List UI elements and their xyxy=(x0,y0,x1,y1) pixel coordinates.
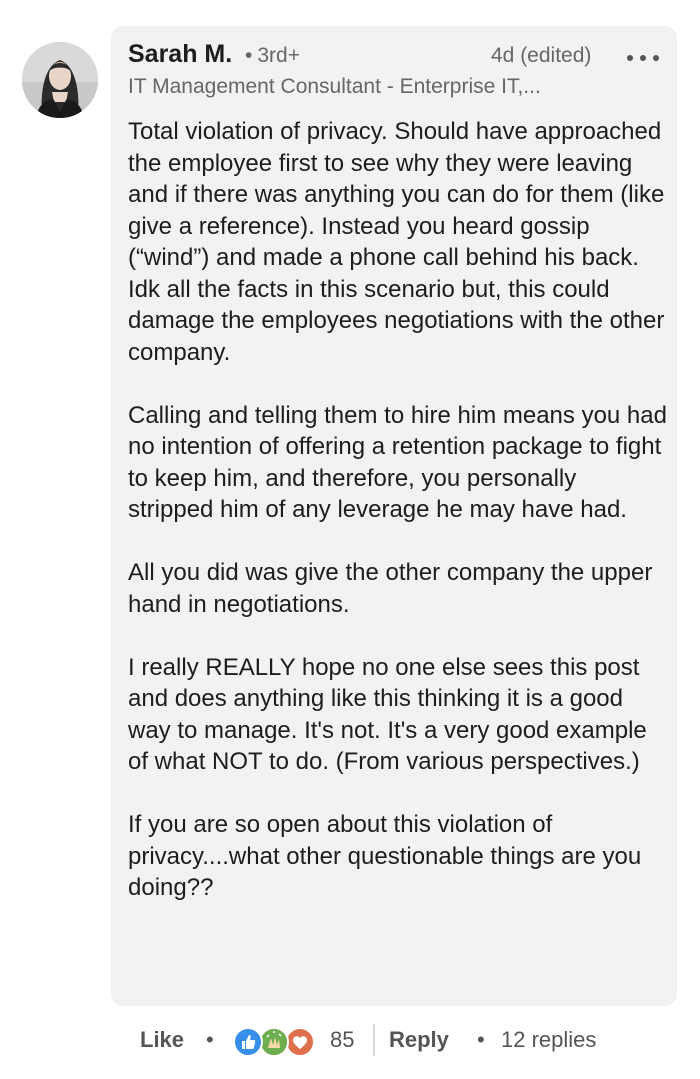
action-separator: • xyxy=(206,1027,214,1052)
comment-paragraph: I really REALLY hope no one else sees th… xyxy=(128,653,647,776)
comment-paragraph: Calling and telling them to hire him mea… xyxy=(128,401,667,524)
connection-degree-label: 3rd+ xyxy=(257,44,300,67)
reply-button[interactable]: Reply xyxy=(389,1027,449,1053)
love-icon xyxy=(285,1027,315,1057)
comment-bubble: Sarah M. • 3rd+ 4d (edited) IT Management… xyxy=(111,26,677,1006)
more-options-icon xyxy=(627,55,633,61)
comment-timestamp: 4d (edited) xyxy=(491,44,592,67)
comment-text: Total violation of privacy. Should have … xyxy=(128,116,668,904)
view-replies-link[interactable]: 12 replies xyxy=(501,1027,596,1053)
like-button[interactable]: Like xyxy=(140,1027,184,1053)
comment-actions: Like • 85 Reply • 12 replies xyxy=(140,1022,660,1060)
author-name[interactable]: Sarah M. xyxy=(128,40,232,69)
like-icon xyxy=(233,1027,263,1057)
comment-paragraph: If you are so open about this violation … xyxy=(128,811,642,901)
celebrate-icon xyxy=(259,1027,289,1057)
action-divider xyxy=(373,1024,375,1056)
more-options-button[interactable] xyxy=(624,44,664,70)
degree-separator: • xyxy=(245,44,253,67)
author-headline: IT Management Consultant - Enterprise IT… xyxy=(128,75,541,98)
connection-degree: • 3rd+ xyxy=(245,44,300,68)
reaction-count[interactable]: 85 xyxy=(330,1027,354,1053)
comment-paragraph: All you did was give the other company t… xyxy=(128,559,653,618)
comment-paragraph: Total violation of privacy. Should have … xyxy=(128,118,665,366)
author-avatar[interactable] xyxy=(22,42,98,118)
reactions-summary[interactable] xyxy=(233,1027,323,1057)
action-separator: • xyxy=(477,1027,485,1052)
